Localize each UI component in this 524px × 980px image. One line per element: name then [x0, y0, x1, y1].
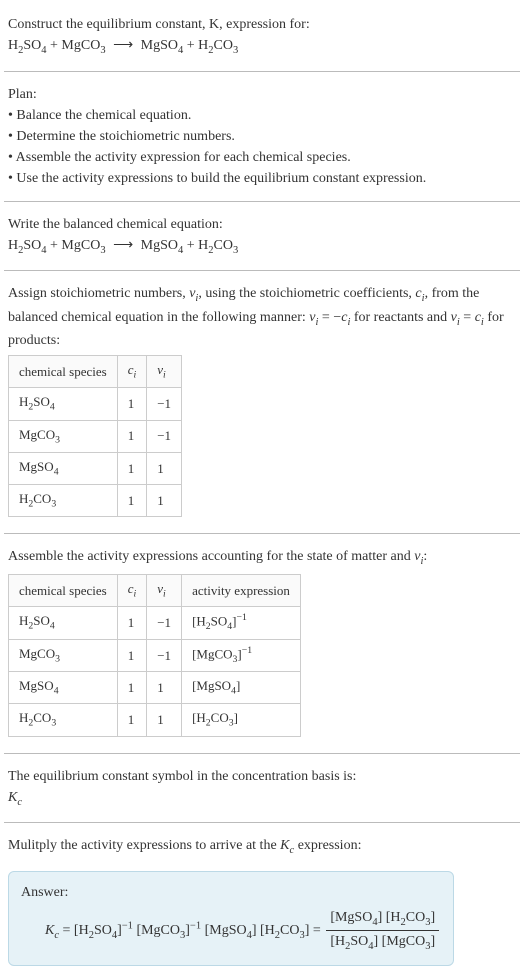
cell-species: MgCO3 — [9, 639, 118, 672]
table-row: H2CO3 1 1 [H2CO3] — [9, 704, 301, 736]
cell-vi: 1 — [147, 485, 182, 517]
plan-item: • Balance the chemical equation. — [8, 105, 516, 126]
cell-vi: 1 — [147, 704, 182, 736]
plan-title: Plan: — [8, 84, 516, 105]
table-row: H2SO4 1 −1 [H2SO4]−1 — [9, 607, 301, 640]
divider — [4, 270, 520, 271]
cell-vi: 1 — [147, 672, 182, 704]
answer-lhs: Kc = [H2SO4]−1 [MgCO3]−1 [MgSO4] [H2CO3]… — [45, 923, 324, 938]
cell-ci: 1 — [117, 452, 147, 484]
balanced-line: Write the balanced chemical equation: — [8, 214, 516, 235]
cell-ci: 1 — [117, 639, 147, 672]
cell-vi: −1 — [147, 420, 182, 452]
cell-vi: 1 — [147, 452, 182, 484]
col-species: chemical species — [9, 356, 118, 388]
divider — [4, 533, 520, 534]
cell-vi: −1 — [147, 607, 182, 640]
basis-line: The equilibrium constant symbol in the c… — [8, 766, 516, 787]
reaction-balanced: H2SO4 + MgCO3 ⟶ MgSO4 + H2CO3 — [8, 235, 516, 259]
plan-block: Plan: • Balance the chemical equation. •… — [4, 78, 520, 195]
cell-expr: [H2SO4]−1 — [182, 607, 301, 640]
balanced-block: Write the balanced chemical equation: H2… — [4, 208, 520, 265]
cell-ci: 1 — [117, 485, 147, 517]
cell-species: H2SO4 — [9, 388, 118, 420]
table-row: MgCO3 1 −1 — [9, 420, 182, 452]
cell-species: MgCO3 — [9, 420, 118, 452]
col-vi: νi — [147, 356, 182, 388]
divider — [4, 71, 520, 72]
table-header-row: chemical species ci νi activity expressi… — [9, 574, 301, 606]
cell-species: MgSO4 — [9, 452, 118, 484]
fraction-denominator: [H2SO4] [MgCO3] — [326, 931, 439, 955]
answer-fraction: [MgSO4] [H2CO3][H2SO4] [MgCO3] — [326, 907, 439, 955]
cell-ci: 1 — [117, 607, 147, 640]
cell-ci: 1 — [117, 704, 147, 736]
basis-block: The equilibrium constant symbol in the c… — [4, 760, 520, 817]
stoich-block: Assign stoichiometric numbers, νi, using… — [4, 277, 520, 527]
prompt-block: Construct the equilibrium constant, K, e… — [4, 8, 520, 65]
answer-label: Answer: — [21, 882, 441, 903]
cell-ci: 1 — [117, 388, 147, 420]
table-header-row: chemical species ci νi — [9, 356, 182, 388]
col-ci: ci — [117, 574, 147, 606]
answer-expression: Kc = [H2SO4]−1 [MgCO3]−1 [MgSO4] [H2CO3]… — [21, 907, 441, 955]
divider — [4, 753, 520, 754]
divider — [4, 201, 520, 202]
multiply-block: Mulitply the activity expressions to arr… — [4, 829, 520, 865]
table-row: H2CO3 1 1 — [9, 485, 182, 517]
cell-species: H2SO4 — [9, 607, 118, 640]
cell-expr: [MgSO4] — [182, 672, 301, 704]
cell-expr: [MgCO3]−1 — [182, 639, 301, 672]
col-ci: ci — [117, 356, 147, 388]
stoich-intro: Assign stoichiometric numbers, νi, using… — [8, 283, 516, 351]
cell-ci: 1 — [117, 420, 147, 452]
cell-vi: −1 — [147, 388, 182, 420]
construct-line: Construct the equilibrium constant, K, e… — [8, 14, 516, 35]
table-row: MgSO4 1 1 — [9, 452, 182, 484]
plan-item: • Determine the stoichiometric numbers. — [8, 126, 516, 147]
col-species: chemical species — [9, 574, 118, 606]
activity-block: Assemble the activity expressions accoun… — [4, 540, 520, 746]
construct-text: Construct the equilibrium constant, K, e… — [8, 17, 310, 32]
fraction-numerator: [MgSO4] [H2CO3] — [326, 907, 439, 932]
answer-box: Answer: Kc = [H2SO4]−1 [MgCO3]−1 [MgSO4]… — [8, 871, 454, 966]
col-vi: νi — [147, 574, 182, 606]
stoich-table: chemical species ci νi H2SO4 1 −1 MgCO3 … — [8, 355, 182, 517]
cell-vi: −1 — [147, 639, 182, 672]
reaction-unbalanced: H2SO4 + MgCO3 ⟶ MgSO4 + H2CO3 — [8, 35, 516, 59]
cell-species: H2CO3 — [9, 704, 118, 736]
table-row: MgSO4 1 1 [MgSO4] — [9, 672, 301, 704]
basis-symbol: Kc — [8, 787, 516, 811]
cell-expr: [H2CO3] — [182, 704, 301, 736]
divider — [4, 822, 520, 823]
cell-ci: 1 — [117, 672, 147, 704]
cell-species: MgSO4 — [9, 672, 118, 704]
activity-intro: Assemble the activity expressions accoun… — [8, 546, 516, 570]
activity-table: chemical species ci νi activity expressi… — [8, 574, 301, 737]
plan-item: • Use the activity expressions to build … — [8, 168, 516, 189]
table-row: H2SO4 1 −1 — [9, 388, 182, 420]
col-expr: activity expression — [182, 574, 301, 606]
multiply-line: Mulitply the activity expressions to arr… — [8, 835, 516, 859]
table-row: MgCO3 1 −1 [MgCO3]−1 — [9, 639, 301, 672]
answer-block: Answer: Kc = [H2SO4]−1 [MgCO3]−1 [MgSO4]… — [4, 865, 520, 972]
cell-species: H2CO3 — [9, 485, 118, 517]
plan-item: • Assemble the activity expression for e… — [8, 147, 516, 168]
